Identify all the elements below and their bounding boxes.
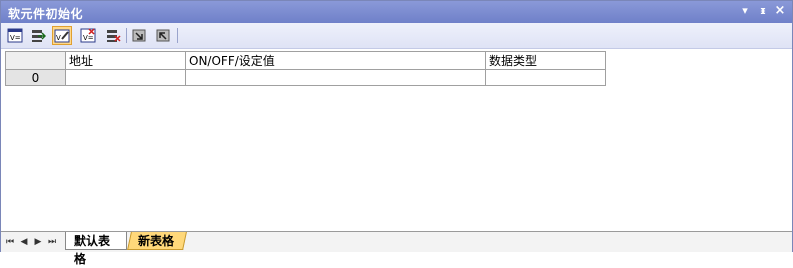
close-icon[interactable]: × <box>773 4 787 18</box>
value-cell[interactable] <box>185 69 486 86</box>
toolbar-separator <box>177 28 178 43</box>
sheet-tab-label: 默认表格 <box>74 234 111 266</box>
next-sheet-icon[interactable]: ▶ <box>33 236 43 248</box>
prev-sheet-icon[interactable]: ◀ <box>19 236 29 248</box>
svg-text:V: V <box>56 34 61 42</box>
sheet-tab-default[interactable]: 默认表格 <box>65 232 127 266</box>
last-sheet-icon[interactable]: ⏭ <box>47 236 57 248</box>
svg-text:V=: V= <box>10 34 21 42</box>
import-icon[interactable] <box>129 26 149 45</box>
table-row: 0 <box>5 69 606 86</box>
column-header-address[interactable]: 地址 <box>65 51 186 70</box>
device-init-panel: 软元件初始化 ▾ ᵻ × V= V V= 地址 ON/OFF/设定值 数据类型 … <box>0 0 793 266</box>
clear-icon[interactable] <box>103 26 123 45</box>
device-list-icon[interactable]: V= <box>5 26 25 45</box>
delete-row-icon[interactable]: V= <box>78 26 98 45</box>
table-header-row: 地址 ON/OFF/设定值 数据类型 <box>5 51 606 70</box>
edit-mode-icon[interactable]: V <box>52 26 72 45</box>
toolbar-separator <box>126 28 127 43</box>
svg-text:V=: V= <box>83 34 94 42</box>
type-cell[interactable] <box>485 69 606 86</box>
toolbar: V= V V= <box>1 23 792 49</box>
column-header-value[interactable]: ON/OFF/设定值 <box>185 51 486 70</box>
pin-icon[interactable]: ᵻ <box>756 4 770 18</box>
device-init-table: 地址 ON/OFF/设定值 数据类型 0 <box>5 51 606 86</box>
first-sheet-icon[interactable]: ⏮ <box>5 236 15 248</box>
row-header[interactable]: 0 <box>5 69 66 86</box>
panel-title: 软元件初始化 <box>8 7 84 21</box>
corner-cell[interactable] <box>5 51 66 70</box>
sheet-tab-bar: ⏮ ◀ ▶ ⏭ 默认表格 新表格 <box>1 231 792 266</box>
insert-row-icon[interactable] <box>28 26 48 45</box>
sheet-tab-new[interactable]: 新表格 <box>127 232 187 250</box>
dropdown-icon[interactable]: ▾ <box>738 4 752 18</box>
sheet-tab-label: 新表格 <box>138 234 175 248</box>
title-bar: 软元件初始化 ▾ ᵻ × <box>1 1 792 23</box>
column-header-type[interactable]: 数据类型 <box>485 51 606 70</box>
address-cell[interactable] <box>65 69 186 86</box>
export-icon[interactable] <box>153 26 173 45</box>
